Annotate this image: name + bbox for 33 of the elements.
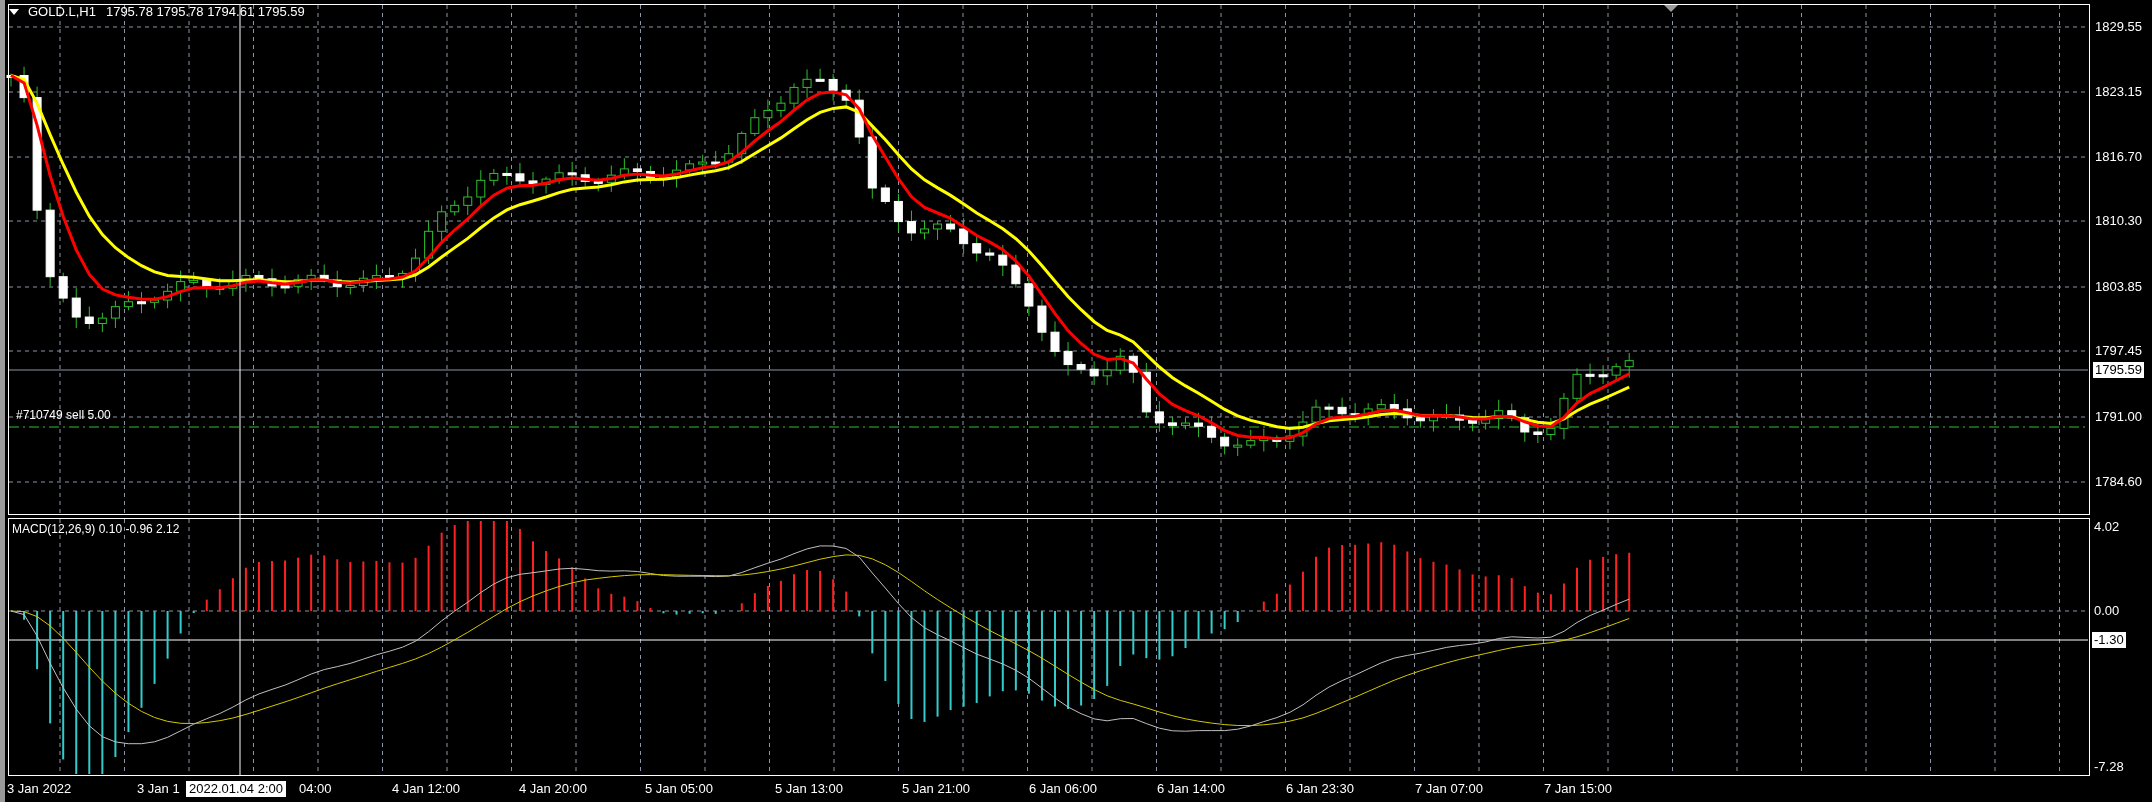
time-axis-label: 6 Jan 06:00 xyxy=(1029,781,1097,797)
time-axis-label: 7 Jan 15:00 xyxy=(1544,781,1612,797)
indicator-axis-label: 4.02 xyxy=(2093,519,2121,535)
dropdown-icon[interactable] xyxy=(9,9,19,15)
time-axis-label: 5 Jan 21:00 xyxy=(902,781,970,797)
time-axis-label: 5 Jan 13:00 xyxy=(775,781,843,797)
time-axis-label: 6 Jan 14:00 xyxy=(1157,781,1225,797)
order-label: #710749 sell 5.00 xyxy=(16,407,111,423)
symbol-label: GOLD.L,H1 xyxy=(28,4,96,20)
price-axis-label: 1791.00 xyxy=(2094,409,2143,425)
price-axis-label: 1823.15 xyxy=(2094,84,2143,100)
price-axis-label: 1803.85 xyxy=(2094,279,2143,295)
time-axis-label: 3 Jan 2022 xyxy=(7,781,72,797)
price-axis-label: 1829.55 xyxy=(2094,19,2143,35)
current-price-tag: 1795.59 xyxy=(2093,362,2144,378)
indicator-axis-label: 0.00 xyxy=(2093,603,2121,619)
time-axis-label: 6 Jan 23:30 xyxy=(1286,781,1354,797)
current-value-tag: -1.30 xyxy=(2092,632,2126,648)
price-axis-label: 1797.45 xyxy=(2094,343,2143,359)
time-axis-label: 04:00 xyxy=(299,781,332,797)
time-axis-label: 3 Jan 1 xyxy=(137,781,180,797)
quote-values: 1795.78 1795.78 1794.61 1795.59 xyxy=(105,4,305,20)
price-axis-label: 1784.60 xyxy=(2094,474,2143,490)
time-axis-label: 4 Jan 12:00 xyxy=(392,781,460,797)
price-axis-label: 1816.70 xyxy=(2094,149,2143,165)
indicator-label: MACD(12,26,9) 0.10 -0.96 2.12 xyxy=(12,521,180,537)
time-axis-label: 7 Jan 07:00 xyxy=(1415,781,1483,797)
chart-shift-icon[interactable] xyxy=(1664,5,1678,12)
crosshair-time-tag: 2022.01.04 2:00 xyxy=(186,781,286,797)
time-axis-label: 4 Jan 20:00 xyxy=(519,781,587,797)
indicator-axis-label: -7.28 xyxy=(2093,759,2125,775)
time-axis-label: 5 Jan 05:00 xyxy=(645,781,713,797)
price-axis-label: 1810.30 xyxy=(2094,213,2143,229)
